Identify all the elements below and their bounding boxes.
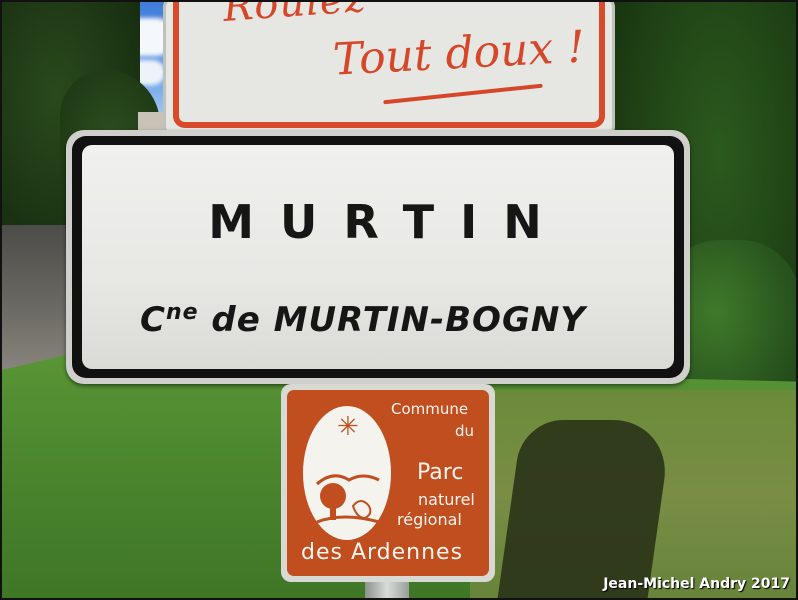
park-line-parc: Parc [417,460,464,485]
tree-icon [316,474,380,524]
park-line-naturel: naturel [418,490,475,509]
park-sign: ✳ Commune du Parc naturel régional des A… [281,384,495,582]
top-sign: Roulez Tout doux ! [163,0,615,140]
town-sign-face: MURTIN Cne de MURTIN-BOGNY [82,145,674,369]
town-sign-border: MURTIN Cne de MURTIN-BOGNY [72,136,684,378]
commune-sup: ne [165,300,199,325]
star-icon: ✳ [337,412,359,442]
park-line-ardennes: des Ardennes [301,540,464,565]
town-entry-sign: MURTIN Cne de MURTIN-BOGNY [66,130,690,384]
park-line-commune: Commune [391,400,469,418]
commune-prefix: C [140,300,166,340]
town-name: MURTIN [208,195,568,249]
park-line-regional: régional [397,510,462,529]
photo-credit: Jean-Michel Andry 2017 [603,576,790,592]
photo: Roulez Tout doux ! MURTIN Cne de MURTIN-… [0,0,798,600]
commune-name: de MURTIN-BOGNY [198,300,586,340]
commune-subtitle: Cne de MURTIN-BOGNY [140,300,586,340]
sign-shadow [497,420,673,600]
park-sign-face: ✳ Commune du Parc naturel régional des A… [287,390,489,576]
park-emblem: ✳ [303,406,391,540]
park-line-du: du [455,422,475,440]
